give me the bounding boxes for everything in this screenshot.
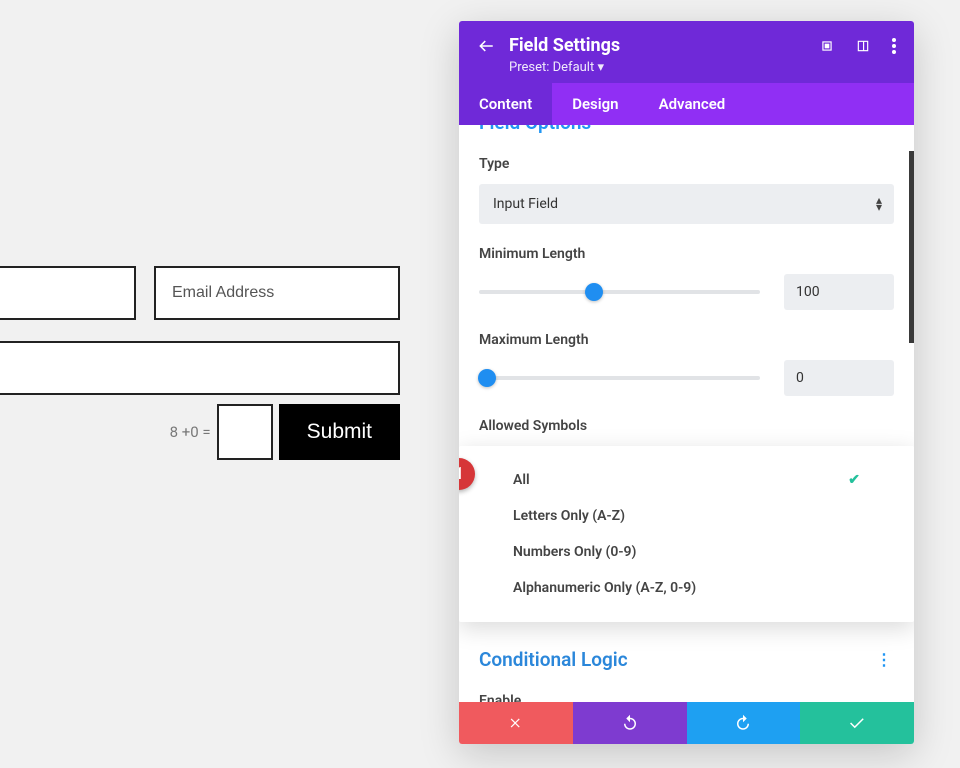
check-icon — [848, 714, 866, 732]
option-letters-only[interactable]: Letters Only (A-Z) — [459, 498, 914, 534]
min-length-value[interactable]: 100 — [784, 274, 894, 310]
slider-thumb[interactable] — [585, 283, 603, 301]
tab-advanced[interactable]: Advanced — [639, 83, 746, 125]
tab-content[interactable]: Content — [459, 83, 552, 125]
undo-icon — [621, 714, 639, 732]
panel-body: Field Options Type Input Field ▴▾ Minimu… — [459, 125, 914, 702]
label-min-length: Minimum Length — [479, 246, 894, 262]
option-alphanumeric-only[interactable]: Alphanumeric Only (A-Z, 0-9) — [459, 570, 914, 606]
select-caret-icon: ▴▾ — [876, 197, 882, 211]
cancel-button[interactable] — [459, 702, 573, 744]
section-conditional-logic[interactable]: Conditional Logic ⋮ — [479, 648, 894, 671]
more-vert-icon[interactable]: ⋮ — [876, 650, 894, 669]
submit-button[interactable]: Submit — [279, 404, 400, 460]
form-preview: 8 +0 = Submit — [0, 0, 460, 768]
panel-title: Field Settings — [509, 35, 620, 56]
message-field[interactable] — [0, 341, 400, 395]
max-length-value[interactable]: 0 — [784, 360, 894, 396]
tab-design[interactable]: Design — [552, 83, 638, 125]
panel-tabs: Content Design Advanced — [459, 83, 914, 125]
confirm-button[interactable] — [800, 702, 914, 744]
option-all[interactable]: All ✔ — [459, 462, 914, 498]
label-enable: Enable — [479, 693, 894, 702]
layout-icon[interactable] — [856, 39, 870, 53]
name-field[interactable] — [0, 266, 136, 320]
close-icon — [509, 716, 523, 730]
slider-thumb[interactable] — [478, 369, 496, 387]
panel-header: Field Settings Preset: Default ▾ — [459, 21, 914, 83]
field-settings-panel: Field Settings Preset: Default ▾ Content… — [459, 21, 914, 744]
scrollbar[interactable] — [909, 151, 914, 343]
option-numbers-only[interactable]: Numbers Only (0-9) — [459, 534, 914, 570]
captcha-label: 8 +0 = — [170, 423, 211, 441]
preset-selector[interactable]: Preset: Default ▾ — [509, 60, 896, 75]
undo-button[interactable] — [573, 702, 687, 744]
back-icon[interactable] — [477, 37, 495, 55]
allowed-symbols-dropdown: 1 All ✔ Letters Only (A-Z) Numbers Only … — [459, 446, 914, 622]
label-max-length: Maximum Length — [479, 332, 894, 348]
chevron-down-icon: ▾ — [597, 60, 604, 75]
type-select-value: Input Field — [493, 196, 558, 212]
redo-icon — [734, 714, 752, 732]
panel-footer — [459, 702, 914, 744]
label-allowed-symbols: Allowed Symbols — [479, 418, 894, 434]
more-vert-icon[interactable] — [892, 38, 896, 54]
check-icon: ✔ — [848, 472, 860, 488]
captcha-input[interactable] — [217, 404, 273, 460]
expand-icon[interactable] — [820, 39, 834, 53]
type-select[interactable]: Input Field ▴▾ — [479, 184, 894, 224]
label-type: Type — [479, 156, 894, 172]
min-length-slider[interactable] — [479, 290, 760, 294]
section-field-options[interactable]: Field Options — [479, 125, 894, 134]
email-field[interactable] — [154, 266, 400, 320]
redo-button[interactable] — [687, 702, 801, 744]
max-length-slider[interactable] — [479, 376, 760, 380]
